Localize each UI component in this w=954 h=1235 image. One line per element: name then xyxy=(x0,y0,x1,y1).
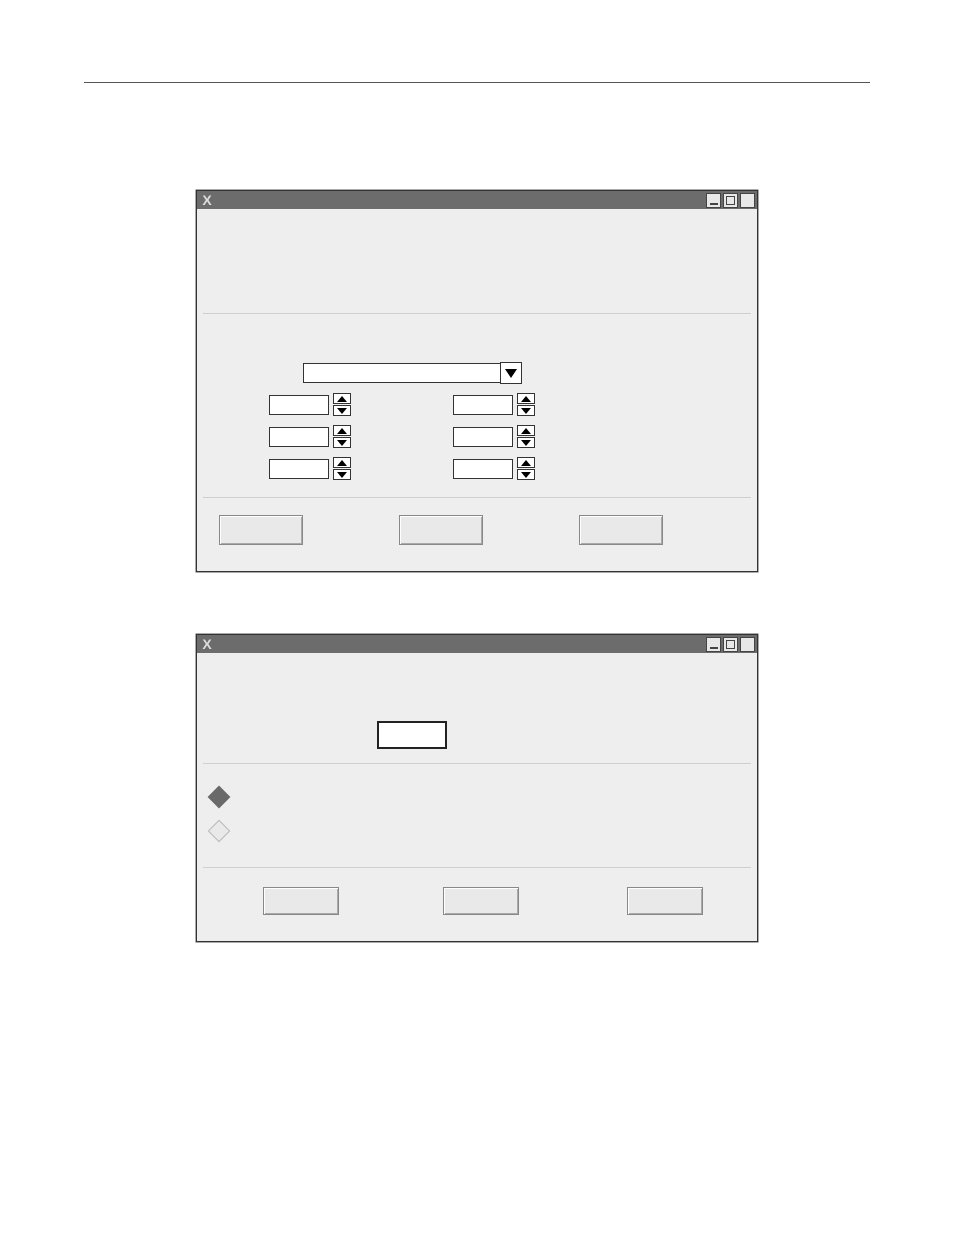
radio-option-1[interactable] xyxy=(208,786,231,809)
spinner-down-button[interactable] xyxy=(333,405,351,416)
titlebar-icon: X xyxy=(199,192,215,208)
spinner xyxy=(453,457,533,480)
spinner xyxy=(453,393,533,416)
spinner-down-button[interactable] xyxy=(517,469,535,480)
spinner-input[interactable] xyxy=(269,395,329,415)
window-2: X xyxy=(196,634,758,942)
spinner-input[interactable] xyxy=(269,427,329,447)
chevron-up-icon xyxy=(521,396,531,402)
restore-button[interactable] xyxy=(723,193,738,208)
maximize-button[interactable] xyxy=(740,193,755,208)
spinner-down-button[interactable] xyxy=(333,437,351,448)
spinner-up-button[interactable] xyxy=(517,393,535,404)
spinner-up-button[interactable] xyxy=(333,457,351,468)
restore-button[interactable] xyxy=(723,637,738,652)
combo-dropdown-button[interactable] xyxy=(500,362,522,384)
minimize-button[interactable] xyxy=(706,637,721,652)
titlebar[interactable]: X xyxy=(197,635,757,653)
spinner-down-button[interactable] xyxy=(333,469,351,480)
spinner-input[interactable] xyxy=(453,427,513,447)
value-input[interactable] xyxy=(377,721,447,749)
chevron-down-icon xyxy=(521,472,531,478)
divider xyxy=(203,313,751,315)
chevron-up-icon xyxy=(337,428,347,434)
chevron-up-icon xyxy=(337,396,347,402)
dialog-button-2[interactable] xyxy=(443,887,519,915)
window-controls xyxy=(706,637,755,652)
radio-option-2[interactable] xyxy=(208,820,231,843)
dialog-button-1[interactable] xyxy=(263,887,339,915)
chevron-up-icon xyxy=(521,460,531,466)
titlebar[interactable]: X xyxy=(197,191,757,209)
chevron-down-icon xyxy=(505,369,517,378)
spinner xyxy=(453,425,533,448)
combo-box[interactable] xyxy=(303,363,501,383)
dialog-button-2[interactable] xyxy=(399,515,483,545)
divider xyxy=(203,497,751,499)
chevron-up-icon xyxy=(521,428,531,434)
dialog-button-3[interactable] xyxy=(627,887,703,915)
spinner-up-button[interactable] xyxy=(333,393,351,404)
dialog-button-3[interactable] xyxy=(579,515,663,545)
spinner-input[interactable] xyxy=(269,459,329,479)
minimize-button[interactable] xyxy=(706,193,721,208)
page-rule xyxy=(84,82,870,83)
spinner-up-button[interactable] xyxy=(333,425,351,436)
spinner-up-button[interactable] xyxy=(517,425,535,436)
spinner xyxy=(269,425,349,448)
spinner-down-button[interactable] xyxy=(517,437,535,448)
window-controls xyxy=(706,193,755,208)
divider xyxy=(203,867,751,869)
titlebar-icon: X xyxy=(199,636,215,652)
chevron-up-icon xyxy=(337,460,347,466)
spinner-input[interactable] xyxy=(453,395,513,415)
spinner-input[interactable] xyxy=(453,459,513,479)
window-1: X xyxy=(196,190,758,572)
spinner-down-button[interactable] xyxy=(517,405,535,416)
chevron-down-icon xyxy=(337,440,347,446)
chevron-down-icon xyxy=(521,408,531,414)
dialog-button-1[interactable] xyxy=(219,515,303,545)
spinner-up-button[interactable] xyxy=(517,457,535,468)
chevron-down-icon xyxy=(337,408,347,414)
spinner xyxy=(269,457,349,480)
spinner xyxy=(269,393,349,416)
divider xyxy=(203,763,751,765)
chevron-down-icon xyxy=(521,440,531,446)
maximize-button[interactable] xyxy=(740,637,755,652)
chevron-down-icon xyxy=(337,472,347,478)
